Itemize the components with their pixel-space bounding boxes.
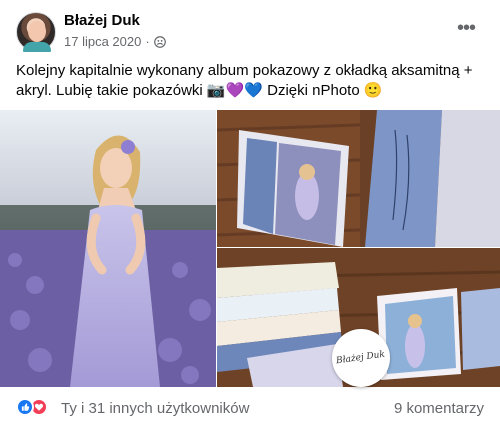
more-horizontal-icon: ••• xyxy=(456,17,476,39)
woman-lavender-image xyxy=(0,110,216,387)
post-text: Kolejny kapitalnie wykonany album pokazo… xyxy=(16,62,473,99)
watermark-text: Błażej Duk xyxy=(335,349,387,367)
post-date[interactable]: 17 lipca 2020 xyxy=(64,34,141,49)
friends-icon[interactable] xyxy=(153,35,166,48)
author-avatar[interactable] xyxy=(16,12,56,52)
heart-glyph xyxy=(34,403,44,411)
post-footer: Ty i 31 innych użytkowników 9 komentarzy xyxy=(16,396,484,420)
post-meta: 17 lipca 2020 · xyxy=(64,34,166,49)
like-icon xyxy=(16,398,34,416)
photo-album-cover[interactable] xyxy=(217,110,500,247)
post-header: Błażej Duk 17 lipca 2020 · ••• xyxy=(16,10,484,54)
comments-count[interactable]: 9 komentarzy xyxy=(394,400,484,417)
meta-separator: · xyxy=(145,34,150,49)
thumbs-up-glyph xyxy=(21,403,30,411)
media-grid: Błażej Duk xyxy=(0,110,500,387)
avatar-face xyxy=(28,21,46,42)
more-options-button[interactable]: ••• xyxy=(450,15,482,47)
avatar-shirt xyxy=(23,42,51,52)
watermark-logo: Błażej Duk xyxy=(332,329,390,387)
photo-woman-lavender-field[interactable] xyxy=(0,110,216,387)
reactions-summary[interactable]: Ty i 31 innych użytkowników xyxy=(61,400,249,417)
album-cover-image xyxy=(217,110,500,247)
author-name[interactable]: Błażej Duk xyxy=(64,12,140,29)
reaction-icons[interactable] xyxy=(16,398,48,416)
